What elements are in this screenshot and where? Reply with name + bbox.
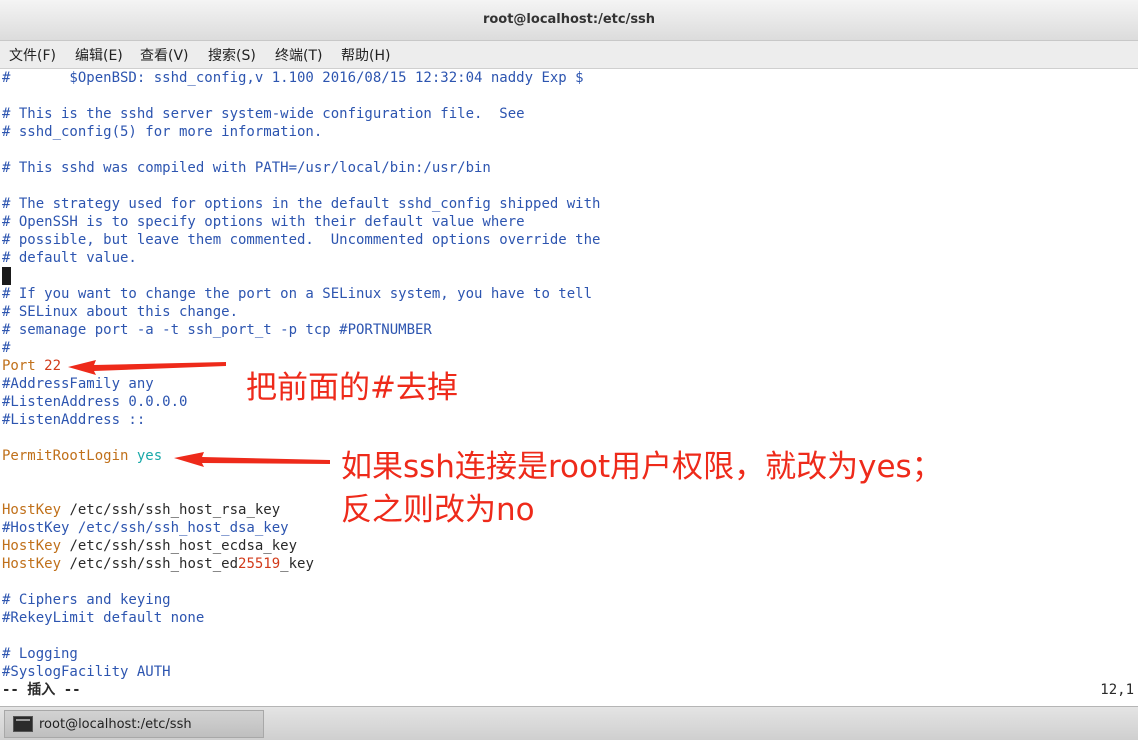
editor-line: #HostKey /etc/ssh/ssh_host_dsa_key — [2, 520, 289, 536]
menu-bar: 文件(F) 编辑(E) 查看(V) 搜索(S) 终端(T) 帮助(H) — [0, 41, 1138, 69]
editor-line: # This is the sshd server system-wide co… — [2, 106, 525, 122]
editor-line: # sshd_config(5) for more information. — [2, 124, 323, 140]
editor-line: # The strategy used for options in the d… — [2, 196, 601, 212]
taskbar-terminal-label: root@localhost:/etc/ssh — [39, 717, 192, 732]
menu-search[interactable]: 搜索(S) — [208, 45, 256, 65]
editor-mode-status: -- 插入 -- — [2, 682, 81, 698]
editor-line: # $OpenBSD: sshd_config,v 1.100 2016/08/… — [2, 70, 584, 86]
menu-view[interactable]: 查看(V) — [140, 45, 189, 65]
annotation-permit-line2: 反之则改为no — [341, 492, 535, 528]
menu-file[interactable]: 文件(F) — [9, 45, 56, 65]
editor-line: # SELinux about this change. — [2, 304, 239, 320]
editor-line: # — [2, 340, 11, 356]
editor-line: HostKey /etc/ssh/ssh_host_rsa_key — [2, 502, 281, 518]
editor-line: #RekeyLimit default none — [2, 610, 205, 626]
editor-line: # OpenSSH is to specify options with the… — [2, 214, 525, 230]
editor-line: # semanage port -a -t ssh_port_t -p tcp … — [2, 322, 432, 338]
menu-edit[interactable]: 编辑(E) — [75, 45, 123, 65]
annotation-port: 把前面的#去掉 — [246, 370, 458, 406]
taskbar: root@localhost:/etc/ssh — [0, 706, 1138, 740]
terminal-editor[interactable]: # $OpenBSD: sshd_config,v 1.100 2016/08/… — [0, 69, 1138, 705]
window-titlebar: root@localhost:/etc/ssh — [0, 0, 1138, 41]
editor-line: #ListenAddress 0.0.0.0 — [2, 394, 188, 410]
editor-line: # This sshd was compiled with PATH=/usr/… — [2, 160, 491, 176]
text-cursor — [2, 267, 11, 285]
menu-terminal[interactable]: 终端(T) — [275, 45, 322, 65]
editor-line: #SyslogFacility AUTH — [2, 664, 171, 680]
window-title: root@localhost:/etc/ssh — [482, 12, 656, 27]
annotation-permit-line1: 如果ssh连接是root用户权限，就改为yes； — [341, 449, 943, 485]
menu-help[interactable]: 帮助(H) — [341, 45, 390, 65]
terminal-icon — [13, 716, 33, 732]
editor-line: PermitRootLogin yes — [2, 448, 163, 464]
editor-line — [2, 267, 11, 285]
editor-line: # Logging — [2, 646, 78, 662]
editor-line: Port 22 — [2, 358, 62, 374]
editor-line: # If you want to change the port on a SE… — [2, 286, 593, 302]
editor-line: # default value. — [2, 250, 137, 266]
editor-line: #AddressFamily any — [2, 376, 154, 392]
cursor-position: 12,1 — [1100, 682, 1134, 698]
editor-line: # Ciphers and keying — [2, 592, 171, 608]
taskbar-terminal-button[interactable]: root@localhost:/etc/ssh — [4, 710, 264, 738]
editor-line: #ListenAddress :: — [2, 412, 146, 428]
editor-line: HostKey /etc/ssh/ssh_host_ecdsa_key — [2, 538, 298, 554]
editor-line: # possible, but leave them commented. Un… — [2, 232, 601, 248]
editor-line: HostKey /etc/ssh/ssh_host_ed25519_key — [2, 556, 314, 572]
